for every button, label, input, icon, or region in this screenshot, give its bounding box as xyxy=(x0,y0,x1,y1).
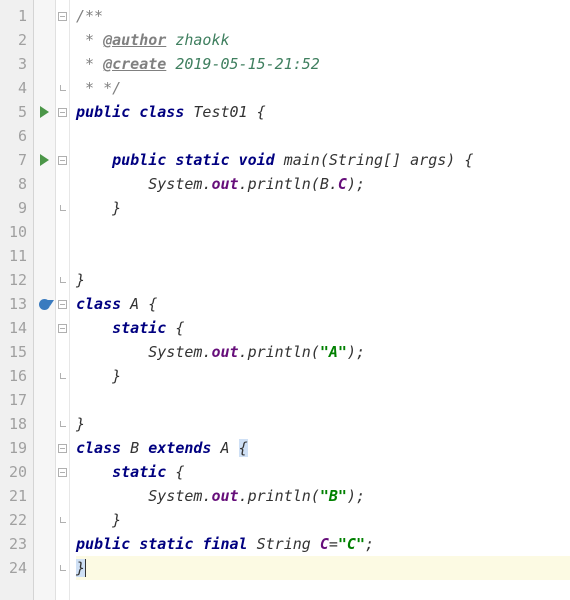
line-number[interactable]: 7 xyxy=(0,148,27,172)
fold-end-icon xyxy=(56,556,69,580)
code-line[interactable]: System.out.println("A"); xyxy=(76,340,570,364)
javadoc-author-value: zhaokk xyxy=(166,31,229,49)
javadoc-author-tag: @author xyxy=(103,31,166,49)
line-number[interactable]: 19 xyxy=(0,436,27,460)
line-number[interactable]: 3 xyxy=(0,52,27,76)
code-line[interactable]: static { xyxy=(76,316,570,340)
fold-end-icon xyxy=(56,364,69,388)
fold-end-icon xyxy=(56,412,69,436)
javadoc-close: */ xyxy=(103,79,121,97)
code-line[interactable] xyxy=(76,220,570,244)
code-line[interactable]: } xyxy=(76,508,570,532)
line-number[interactable]: 11 xyxy=(0,244,27,268)
line-number-gutter: 1 2 3 4 5 6 7 8 9 10 11 12 13 14 15 16 1… xyxy=(0,0,34,600)
line-number[interactable]: 14 xyxy=(0,316,27,340)
line-number[interactable]: 21 xyxy=(0,484,27,508)
line-number[interactable]: 16 xyxy=(0,364,27,388)
line-number[interactable]: 10 xyxy=(0,220,27,244)
fold-toggle-icon[interactable] xyxy=(56,292,69,316)
code-line[interactable] xyxy=(76,244,570,268)
selected-brace: { xyxy=(239,439,248,457)
code-line[interactable]: * @create 2019-05-15-21:52 xyxy=(76,52,570,76)
breakpoint-icon[interactable] xyxy=(34,292,55,316)
fold-end-icon xyxy=(56,76,69,100)
fold-end-icon xyxy=(56,508,69,532)
fold-toggle-icon[interactable] xyxy=(56,4,69,28)
code-line[interactable]: } xyxy=(76,268,570,292)
line-number[interactable]: 15 xyxy=(0,340,27,364)
code-area[interactable]: /** * @author zhaokk * @create 2019-05-1… xyxy=(70,0,570,600)
code-line[interactable]: } xyxy=(76,364,570,388)
line-number[interactable]: 23 xyxy=(0,532,27,556)
code-line[interactable]: * */ xyxy=(76,76,570,100)
code-line[interactable] xyxy=(76,388,570,412)
fold-toggle-icon[interactable] xyxy=(56,148,69,172)
code-line[interactable]: System.out.println(B.C); xyxy=(76,172,570,196)
code-line[interactable]: System.out.println("B"); xyxy=(76,484,570,508)
code-line[interactable]: * @author zhaokk xyxy=(76,28,570,52)
fold-toggle-icon[interactable] xyxy=(56,460,69,484)
code-line[interactable]: public static final String C="C"; xyxy=(76,532,570,556)
fold-end-icon xyxy=(56,268,69,292)
fold-toggle-icon[interactable] xyxy=(56,100,69,124)
line-number[interactable]: 6 xyxy=(0,124,27,148)
code-line[interactable] xyxy=(76,124,570,148)
caret-icon xyxy=(85,559,86,577)
line-number[interactable]: 12 xyxy=(0,268,27,292)
fold-end-icon xyxy=(56,196,69,220)
javadoc-create-tag: @create xyxy=(103,55,166,73)
line-number[interactable]: 1 xyxy=(0,4,27,28)
fold-toggle-icon[interactable] xyxy=(56,436,69,460)
line-number[interactable]: 22 xyxy=(0,508,27,532)
line-number[interactable]: 9 xyxy=(0,196,27,220)
javadoc-create-value: 2019-05-15-21:52 xyxy=(166,55,320,73)
code-line[interactable]: class B extends A { xyxy=(76,436,570,460)
gutter-icons xyxy=(34,0,56,600)
code-line[interactable]: } xyxy=(76,412,570,436)
fold-toggle-icon[interactable] xyxy=(56,316,69,340)
line-number[interactable]: 13 xyxy=(0,292,27,316)
line-number[interactable]: 5 xyxy=(0,100,27,124)
line-number[interactable]: 18 xyxy=(0,412,27,436)
line-number[interactable]: 24 xyxy=(0,556,27,580)
selected-brace: } xyxy=(76,559,85,577)
code-line[interactable]: public class Test01 { xyxy=(76,100,570,124)
code-line[interactable]: static { xyxy=(76,460,570,484)
code-line-current[interactable]: } xyxy=(76,556,570,580)
code-editor[interactable]: 1 2 3 4 5 6 7 8 9 10 11 12 13 14 15 16 1… xyxy=(0,0,570,600)
line-number[interactable]: 20 xyxy=(0,460,27,484)
javadoc-open: /** xyxy=(76,7,103,25)
line-number[interactable]: 4 xyxy=(0,76,27,100)
run-class-icon[interactable] xyxy=(34,100,55,124)
line-number[interactable]: 17 xyxy=(0,388,27,412)
code-line[interactable]: class A { xyxy=(76,292,570,316)
code-line[interactable]: } xyxy=(76,196,570,220)
run-main-icon[interactable] xyxy=(34,148,55,172)
folding-gutter xyxy=(56,0,70,600)
line-number[interactable]: 8 xyxy=(0,172,27,196)
line-number[interactable]: 2 xyxy=(0,28,27,52)
code-line[interactable]: public static void main(String[] args) { xyxy=(76,148,570,172)
code-line[interactable]: /** xyxy=(76,4,570,28)
